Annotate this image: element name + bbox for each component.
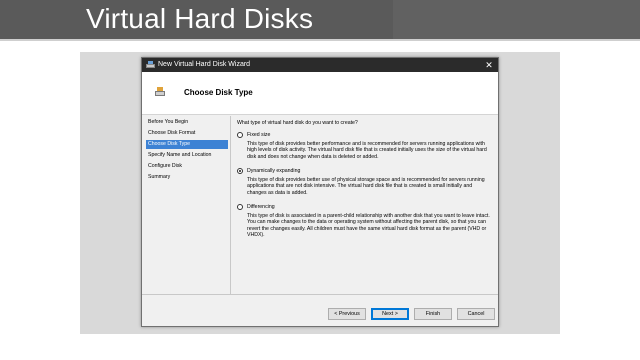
sidebar-item-specify-name-and-location[interactable]: Specify Name and Location [146,151,228,160]
slide-title: Virtual Hard Disks [86,3,314,34]
dynamically-expanding-description: This type of disk provides better use of… [247,177,485,196]
disk-type-panel: What type of virtual hard disk do you wa… [237,120,493,290]
differencing-radio[interactable] [237,204,243,210]
wizard-header: Choose Disk Type [142,72,498,115]
window-title: New Virtual Hard Disk Wizard [158,61,251,68]
slide-accent-line [0,39,640,41]
slide-header: Virtual Hard Disks [0,0,640,39]
finish-button[interactable]: Finish [414,308,452,320]
window-titlebar[interactable]: New Virtual Hard Disk Wizard ✕ [142,58,498,72]
cancel-button[interactable]: Cancel [457,308,495,320]
previous-button[interactable]: < Previous [328,308,366,320]
sidebar-item-choose-disk-format[interactable]: Choose Disk Format [146,129,228,138]
dynamically-expanding-label[interactable]: Dynamically expanding [247,168,300,174]
wizard-steps: Before You Begin Choose Disk Format Choo… [142,116,230,292]
sidebar-item-summary[interactable]: Summary [146,173,228,182]
wizard-window: New Virtual Hard Disk Wizard ✕ Choose Di… [141,57,499,327]
hyperv-app-icon [146,61,155,69]
page-title: Choose Disk Type [184,88,253,97]
close-icon[interactable]: ✕ [483,59,495,71]
sidebar-item-choose-disk-type[interactable]: Choose Disk Type [146,140,228,149]
disk-type-question: What type of virtual hard disk do you wa… [237,120,358,126]
sidebar-item-before-you-begin[interactable]: Before You Begin [146,118,228,127]
next-button[interactable]: Next > [371,308,409,320]
differencing-label[interactable]: Differencing [247,204,275,210]
fixed-size-description: This type of disk provides better perfor… [247,141,487,160]
disk-icon [154,86,166,98]
differencing-description: This type of disk is associated in a par… [247,213,490,239]
fixed-size-radio[interactable] [237,132,243,138]
button-bar-divider [142,294,498,295]
dynamically-expanding-radio[interactable] [237,168,243,174]
sidebar-item-configure-disk[interactable]: Configure Disk [146,162,228,171]
sidebar-divider [230,116,231,294]
fixed-size-label[interactable]: Fixed size [247,132,270,138]
